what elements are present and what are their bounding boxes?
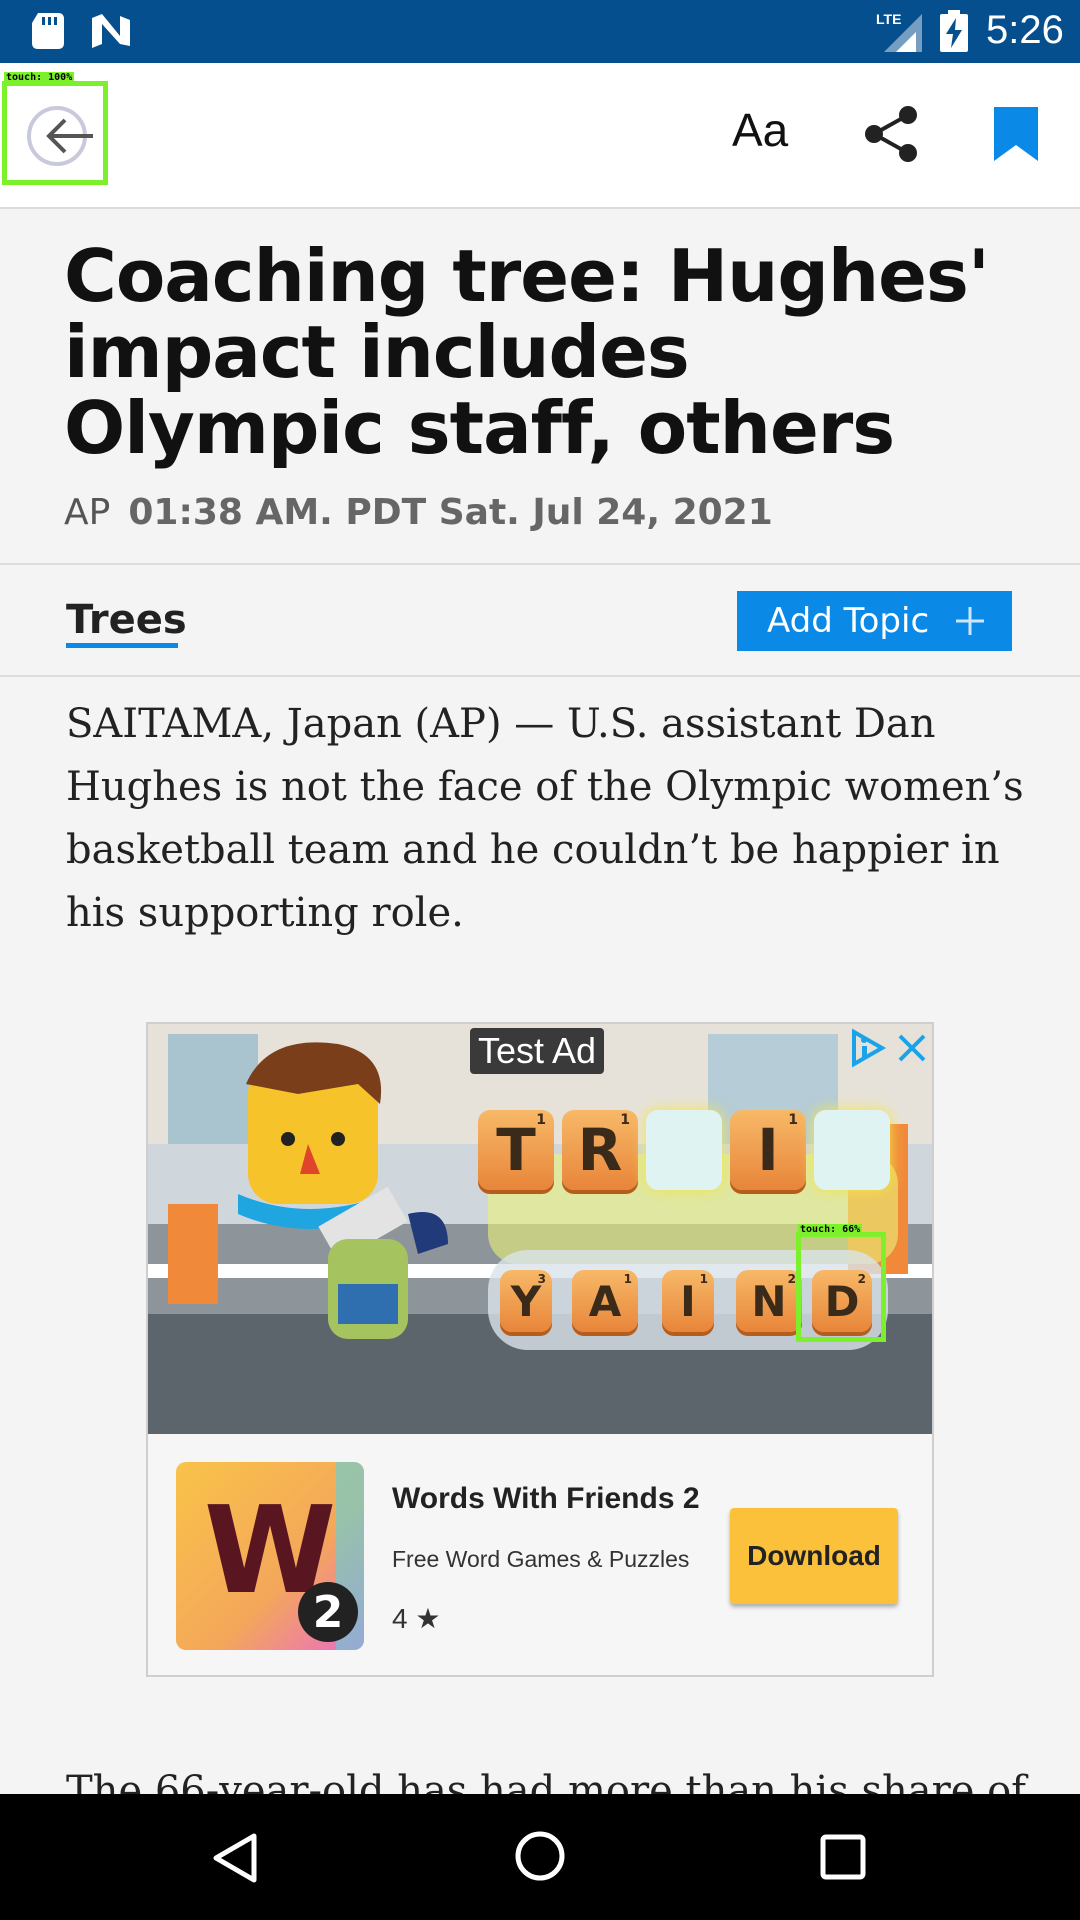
words-with-friends-icon: W 2	[176, 1462, 364, 1650]
tile-points: 1	[788, 1112, 798, 1128]
battery-charging-icon	[940, 10, 968, 52]
tile-points: 1	[536, 1112, 546, 1128]
download-button[interactable]: Download	[730, 1508, 898, 1604]
touch-indicator-tag: touch: 100%	[4, 72, 75, 84]
divider	[0, 563, 1080, 565]
back-arrow-icon	[27, 106, 93, 166]
app-name[interactable]: Words With Friends 2	[392, 1482, 700, 1516]
tile-points: 2	[787, 1272, 796, 1286]
letter-tile: I1	[662, 1270, 714, 1332]
lte-label: LTE	[876, 11, 901, 27]
app-icon[interactable]: W 2	[176, 1462, 364, 1650]
add-topic-button[interactable]: Add Topic	[737, 591, 1012, 651]
topic-underline	[66, 643, 178, 648]
tile-points: 1	[623, 1272, 632, 1286]
touch-indicator-tag: touch: 66%	[798, 1224, 863, 1236]
divider	[0, 675, 1080, 677]
bookmark-icon[interactable]	[994, 107, 1038, 161]
article-source: AP	[64, 492, 111, 533]
nav-recents-icon[interactable]	[820, 1834, 866, 1880]
topic-link-trees[interactable]: Trees	[66, 597, 187, 643]
ad-close-icon[interactable]	[894, 1028, 930, 1068]
article-byline: AP 01:38 AM. PDT Sat. Jul 24, 2021	[64, 492, 773, 533]
app-subtitle: Free Word Games & Puzzles	[392, 1546, 690, 1572]
letter-tile: Y3	[500, 1270, 552, 1332]
tile-points: 3	[537, 1272, 546, 1286]
add-topic-label: Add Topic	[767, 601, 930, 641]
back-button[interactable]	[2, 81, 108, 185]
system-nav-bar	[0, 1794, 1080, 1920]
article-toolbar: Aa	[0, 63, 1080, 209]
notification-n-icon	[92, 14, 130, 48]
nav-back-icon[interactable]	[210, 1832, 260, 1884]
status-bar: LTE 5:26	[0, 0, 1080, 63]
letter-tile: I1	[730, 1110, 806, 1190]
letter-tile: N2	[736, 1270, 802, 1332]
ad-banner[interactable]: T1R1I1Y3A1I1N2D2 Test Ad touch: 66% W 2 …	[146, 1022, 934, 1677]
sd-card-icon	[32, 13, 64, 49]
letter-tile: A1	[572, 1270, 638, 1332]
nav-home-icon[interactable]	[514, 1830, 566, 1882]
app-icon-number: 2	[313, 1587, 344, 1638]
adchoices-icon[interactable]	[848, 1028, 888, 1068]
ad-game-illustration[interactable]: T1R1I1Y3A1I1N2D2 Test Ad touch: 66%	[148, 1024, 932, 1434]
test-ad-label: Test Ad	[470, 1028, 605, 1074]
lte-signal-icon: LTE	[876, 11, 922, 52]
app-rating: 4 ★	[392, 1603, 441, 1634]
letter-tile	[646, 1110, 722, 1190]
article-paragraph: SAITAMA, Japan (AP) — U.S. assistant Dan…	[66, 701, 1024, 936]
tile-points: 1	[699, 1272, 708, 1286]
letter-tile: T1	[478, 1110, 554, 1190]
article-headline: Coaching tree: Hughes' impact includes O…	[64, 234, 990, 470]
letter-tile	[814, 1110, 890, 1190]
letter-tile: R1	[562, 1110, 638, 1190]
font-size-button[interactable]: Aa	[732, 103, 788, 157]
touch-highlight-box	[796, 1232, 886, 1342]
plus-icon	[956, 607, 984, 635]
article-date: 01:38 AM. PDT Sat. Jul 24, 2021	[128, 492, 773, 533]
status-clock: 5:26	[986, 8, 1064, 52]
ad-app-info[interactable]: W 2 Words With Friends 2 Free Word Games…	[148, 1434, 932, 1675]
tile-points: 1	[620, 1112, 630, 1128]
share-icon[interactable]	[862, 105, 920, 163]
